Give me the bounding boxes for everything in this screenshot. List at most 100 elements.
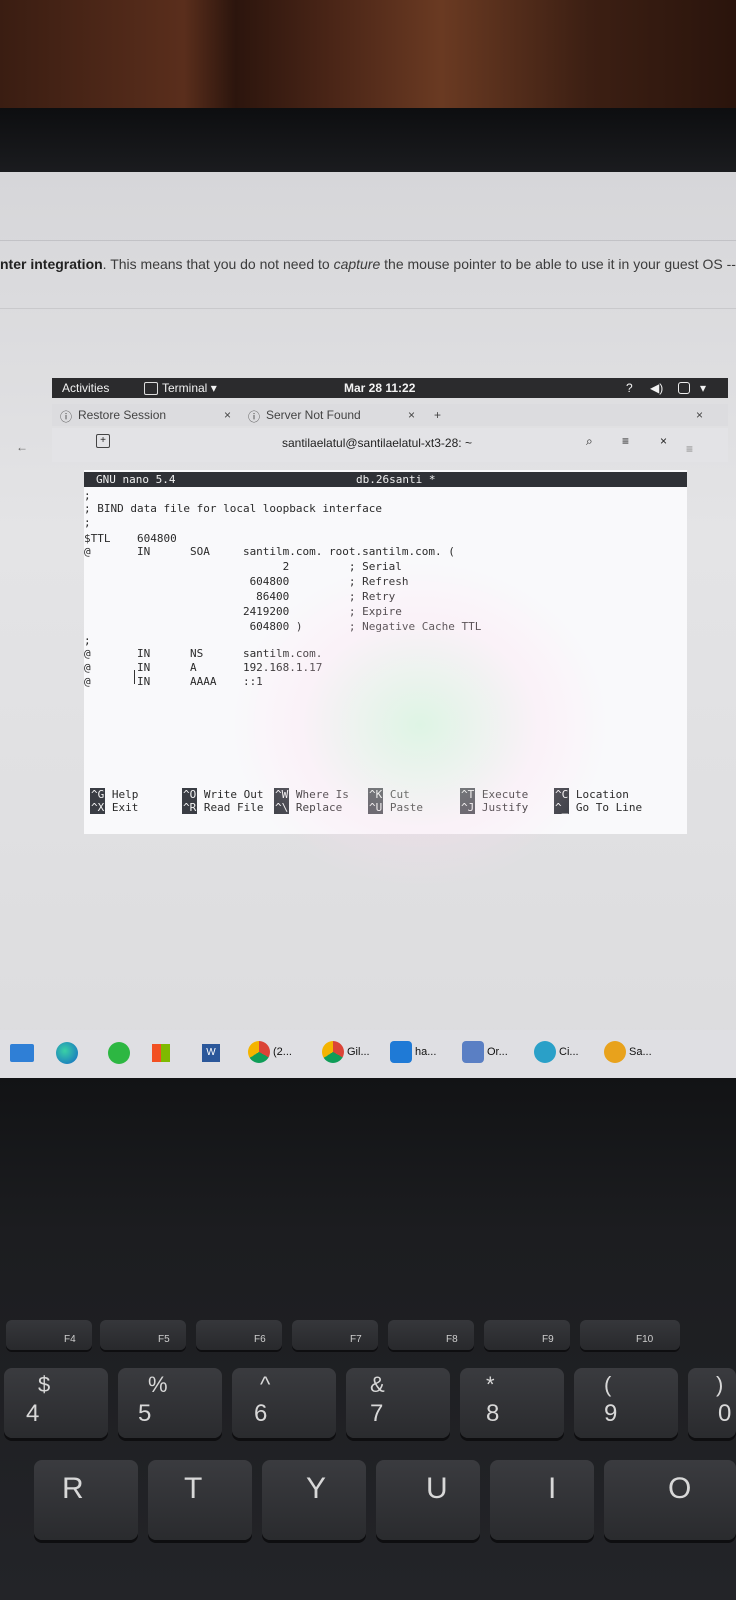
word-icon[interactable]: W xyxy=(202,1044,220,1062)
key-label: F8 xyxy=(446,1334,458,1345)
editor-line[interactable]: 2 ; Serial xyxy=(84,560,402,573)
close-icon[interactable]: × xyxy=(660,434,667,448)
editor-line[interactable]: ; xyxy=(84,516,91,529)
back-arrow-icon[interactable]: ← xyxy=(16,440,28,454)
menu-icon[interactable]: ≡ xyxy=(622,434,629,448)
shortcut-where-is[interactable]: ^W Where Is xyxy=(274,788,349,801)
editor-line[interactable]: 2419200 ; Expire xyxy=(84,605,402,618)
key-f8[interactable]: F8 xyxy=(388,1320,474,1350)
key-label: % xyxy=(148,1372,168,1397)
app-menu-label: Terminal xyxy=(162,381,208,395)
taskbar-label: Sa... xyxy=(629,1046,652,1058)
editor-line[interactable]: 86400 ; Retry xyxy=(84,590,395,603)
close-window-icon[interactable]: × xyxy=(696,408,703,422)
shortcut-label: Read File xyxy=(203,801,264,814)
shortcut-exit[interactable]: ^X Exit xyxy=(90,801,138,814)
shortcut-read-file[interactable]: ^R Read File xyxy=(182,801,263,814)
editor-line[interactable]: 604800 ; Refresh xyxy=(84,575,409,588)
editor-line[interactable]: @ IN A 192.168.1.17 xyxy=(84,661,322,674)
taskbar-item[interactable]: (2... xyxy=(248,1038,292,1066)
shortcut-key: ^X xyxy=(90,801,106,814)
key-f10[interactable]: F10 xyxy=(580,1320,680,1350)
hamburger-icon[interactable]: ≡ xyxy=(686,442,693,456)
activities-button[interactable]: Activities xyxy=(62,381,109,395)
editor-line[interactable]: @ IN NS santilm.com. xyxy=(84,647,322,660)
shortcut-label: Write Out xyxy=(203,788,264,801)
shortcut-justify[interactable]: ^J Justify xyxy=(460,801,528,814)
tab-server-not-found[interactable]: Server Not Found xyxy=(266,408,361,422)
search-icon[interactable]: ⌕ xyxy=(586,434,593,449)
key-label: ( xyxy=(604,1372,612,1397)
key-f7[interactable]: F7 xyxy=(292,1320,378,1350)
key-0[interactable]: ) 0 xyxy=(688,1368,736,1438)
key-label: $ xyxy=(38,1372,51,1397)
tab-restore-session[interactable]: Restore Session xyxy=(78,408,166,422)
key-i[interactable]: I xyxy=(490,1460,594,1540)
key-f9[interactable]: F9 xyxy=(484,1320,570,1350)
key-label: 7 xyxy=(370,1400,384,1427)
new-tab-icon[interactable]: + xyxy=(96,434,110,448)
key-o[interactable]: O xyxy=(604,1460,736,1540)
taskbar-item[interactable]: Gil... xyxy=(322,1038,370,1066)
key-label: Y xyxy=(306,1472,327,1505)
close-icon[interactable]: × xyxy=(408,408,415,422)
shortcut-location[interactable]: ^C Location xyxy=(554,788,629,801)
shortcut-help[interactable]: ^G Help xyxy=(90,788,138,801)
taskbar-item[interactable]: ha... xyxy=(390,1038,436,1066)
key-label: F4 xyxy=(64,1334,76,1345)
taskbar-item[interactable]: Ci... xyxy=(534,1038,579,1066)
editor-line[interactable]: 604800 ) ; Negative Cache TTL xyxy=(84,620,482,633)
editor-line[interactable]: ; BIND data file for local loopback inte… xyxy=(84,502,382,515)
taskbar-item[interactable]: Sa... xyxy=(604,1038,652,1066)
key-r[interactable]: R xyxy=(34,1460,138,1540)
key-y[interactable]: Y xyxy=(262,1460,366,1540)
key-7[interactable]: & 7 xyxy=(346,1368,450,1438)
shortcut-go-to-line[interactable]: ^_ Go To Line xyxy=(554,801,642,814)
key-4[interactable]: $4 xyxy=(4,1368,108,1438)
key-label: 4 xyxy=(26,1400,40,1427)
shortcut-execute[interactable]: ^T Execute xyxy=(460,788,528,801)
key-f4[interactable]: F4 xyxy=(6,1320,92,1350)
doc-text-line: nter integration. This means that you do… xyxy=(0,256,736,272)
editor-line[interactable]: ; xyxy=(84,634,91,647)
key-u[interactable]: U xyxy=(376,1460,480,1540)
shortcut-key: ^J xyxy=(460,801,476,814)
shortcut-paste[interactable]: ^U Paste xyxy=(368,801,423,814)
shortcut-replace[interactable]: ^\ Replace xyxy=(274,801,342,814)
new-tab-icon[interactable]: + xyxy=(434,408,441,422)
shortcut-write-out[interactable]: ^O Write Out xyxy=(182,788,263,801)
key-8[interactable]: * 8 xyxy=(460,1368,564,1438)
shortcut-label: Cut xyxy=(389,788,410,801)
editor-line[interactable]: ; xyxy=(84,489,91,502)
taskbar-label: Or... xyxy=(487,1046,508,1058)
terminal-headerbar: ← + santilaelatul@santilaelatul-xt3-28: … xyxy=(16,428,728,462)
key-5[interactable]: % 5 xyxy=(118,1368,222,1438)
monitor-bezel xyxy=(0,108,736,174)
key-6[interactable]: ^ 6 xyxy=(232,1368,336,1438)
editor-line[interactable]: $TTL 604800 xyxy=(84,532,177,545)
key-t[interactable]: T xyxy=(148,1460,252,1540)
start-icon[interactable] xyxy=(10,1044,34,1062)
key-label: 9 xyxy=(604,1400,618,1427)
store-icon[interactable] xyxy=(152,1044,170,1062)
key-label: F7 xyxy=(350,1334,362,1345)
shortcut-cut[interactable]: ^K Cut xyxy=(368,788,410,801)
shortcut-label: Justify xyxy=(481,801,529,814)
doc-bold: nter integration xyxy=(0,256,103,272)
clock[interactable]: Mar 28 11:22 xyxy=(344,381,415,395)
taskbar-item[interactable]: Or... xyxy=(462,1038,508,1066)
key-f5[interactable]: F5 xyxy=(100,1320,186,1350)
editor-line[interactable]: @ IN AAAA ::1 xyxy=(84,675,263,688)
nano-editor[interactable]: GNU nano 5.4 db.26santi * ; ; BIND data … xyxy=(84,470,687,834)
key-9[interactable]: (9 xyxy=(574,1368,678,1438)
key-f6[interactable]: F6 xyxy=(196,1320,282,1350)
text-cursor xyxy=(134,670,135,684)
system-menu-icon[interactable]: ▾ xyxy=(700,381,706,395)
close-icon[interactable]: × xyxy=(224,408,231,422)
edge-icon[interactable] xyxy=(56,1042,78,1064)
editor-line[interactable]: @ IN SOA santilm.com. root.santilm.com. … xyxy=(84,545,455,558)
app-menu[interactable]: Terminal ▾ xyxy=(162,381,217,395)
whatsapp-icon[interactable] xyxy=(108,1042,130,1064)
key-label: ^ xyxy=(260,1372,271,1397)
windows-taskbar: W (2... Gil... ha... Or... Ci... Sa... xyxy=(0,1030,736,1078)
